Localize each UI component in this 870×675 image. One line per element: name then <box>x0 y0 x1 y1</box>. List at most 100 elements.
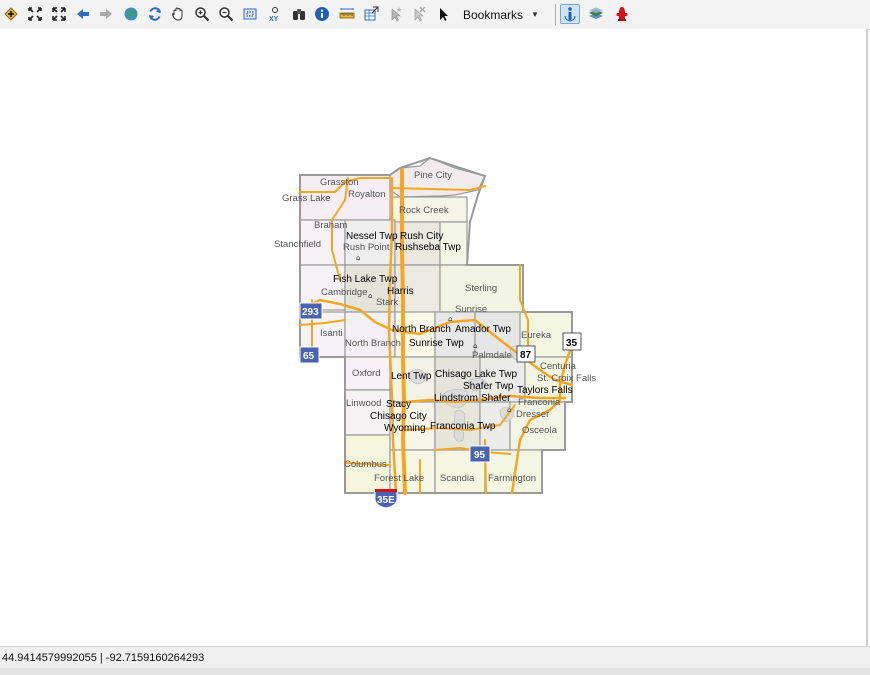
map-label: Osceola <box>522 425 558 436</box>
map-label: Grass Lake <box>282 193 331 204</box>
map-label: Forest Lake <box>374 473 424 484</box>
map-label: Lent Twp <box>391 371 432 382</box>
map-label: Royalton <box>348 189 386 200</box>
map-label: Lindstrom <box>434 393 478 404</box>
state-35-shield: 35 <box>562 332 582 351</box>
add-data-button[interactable] <box>1 4 21 24</box>
map-label: Chisago Lake Twp <box>435 369 518 380</box>
map-label: Rush Point <box>343 242 390 253</box>
expand-arrows-icon <box>52 7 66 21</box>
town-marker-icon: ⌂ <box>448 315 452 323</box>
zoom-to-extent-button[interactable] <box>49 4 69 24</box>
map-label: Fish Lake Twp <box>333 274 398 285</box>
info-pin-icon <box>564 7 576 22</box>
fire-hydrant-button[interactable] <box>612 4 632 24</box>
map-label: Cambridge <box>321 287 367 298</box>
refresh-button[interactable] <box>145 4 165 24</box>
toolbar-separator <box>555 4 556 25</box>
select-extent-button[interactable] <box>240 4 260 24</box>
layers-button[interactable] <box>586 4 606 24</box>
zoom-in-icon <box>195 7 210 22</box>
map-label: Shafer Twp <box>463 381 514 392</box>
fire-hydrant-icon <box>616 7 628 21</box>
interstate-65-shield: 65 <box>299 346 320 364</box>
map-label: Oxford <box>352 368 381 379</box>
zoom-out-button[interactable] <box>216 4 236 24</box>
map-label: Grasston <box>320 177 359 188</box>
map-label: Stanchfield <box>274 239 321 250</box>
chevron-down-icon: ▼ <box>531 10 539 19</box>
binoculars-icon <box>293 9 305 20</box>
map-label: Amador Twp <box>455 324 511 335</box>
map-extent-icon <box>243 8 257 20</box>
map-label: Franconia Twp <box>430 421 496 432</box>
town-marker-icon: ⌂ <box>368 292 372 300</box>
map-label: Eureka <box>521 330 552 341</box>
map-label: Stacy <box>386 399 411 410</box>
map-label: Isanti <box>320 328 343 339</box>
pointer-arrow-icon <box>440 8 448 21</box>
map-label: Taylors Falls <box>517 385 573 396</box>
map-label: Rock Creek <box>399 205 449 216</box>
globe-icon <box>124 7 138 21</box>
globe-button[interactable] <box>121 4 141 24</box>
shield-label: 35 <box>566 338 578 349</box>
us-95-shield: 95 <box>469 445 491 463</box>
map-label: Palmdale <box>472 350 512 361</box>
back-button[interactable] <box>73 4 93 24</box>
clear-selection-icon <box>414 6 426 22</box>
xy-text: XY <box>269 16 279 22</box>
map-label: Chisago City <box>370 411 427 422</box>
map-label: Columbus <box>344 459 387 470</box>
map-label: North Branch <box>392 324 451 335</box>
forward-button[interactable] <box>96 4 116 24</box>
arrow-right-icon <box>100 9 112 19</box>
map-tips-button[interactable] <box>560 4 580 24</box>
map-label: Farmington <box>488 473 536 484</box>
shield-label: 87 <box>520 350 532 361</box>
shield-label: 65 <box>303 351 315 362</box>
map-label: Wyoming <box>384 423 426 434</box>
bookmarks-dropdown[interactable]: Bookmarks ▼ <box>459 4 543 25</box>
measure-button[interactable] <box>337 4 357 24</box>
map-label: Franconia <box>518 397 561 408</box>
xy-icon: XY <box>269 7 279 22</box>
export-button[interactable] <box>361 4 381 24</box>
find-button[interactable] <box>289 4 309 24</box>
state-87-shield: 87 <box>516 345 536 363</box>
zoom-in-button[interactable] <box>192 4 212 24</box>
map-view[interactable]: ⌂ ⌂ ⌂ ⌂ ⌂ Grasston Royalton Grass Lake P… <box>0 29 868 646</box>
map-canvas[interactable]: ⌂ ⌂ ⌂ ⌂ ⌂ Grasston Royalton Grass Lake P… <box>0 29 866 646</box>
map-label: North Branch <box>345 338 401 349</box>
map-label: Scandia <box>440 473 475 484</box>
map-label: Sunrise Twp <box>409 338 464 349</box>
map-label: Dresser <box>516 409 549 420</box>
map-label: Shafer <box>481 393 511 404</box>
clear-selection-button[interactable] <box>408 4 428 24</box>
shield-label: 95 <box>474 450 486 461</box>
layers-icon <box>589 7 603 19</box>
bookmarks-label: Bookmarks <box>463 7 524 22</box>
zoom-out-icon <box>219 7 234 22</box>
map-label: Linwood <box>346 398 381 409</box>
map-label: Rushseba Twp <box>395 242 461 253</box>
shield-label: 35E <box>377 495 395 506</box>
map-label: Harris <box>387 286 414 297</box>
export-table-icon <box>364 6 379 21</box>
map-label: Sterling <box>465 283 497 294</box>
map-label: Stark <box>376 297 398 308</box>
map-label: Centuria <box>540 361 577 372</box>
identify-button[interactable] <box>312 4 332 24</box>
select-features-button[interactable] <box>385 4 405 24</box>
full-extent-button[interactable] <box>25 4 45 24</box>
select-pointer-button[interactable] <box>434 4 454 24</box>
interstate-293-shield: 293 <box>299 302 323 320</box>
shield-label: 293 <box>302 307 319 318</box>
bottom-edge <box>0 668 870 675</box>
interstate-35e-shield: 35E <box>374 489 398 509</box>
full-extent-icon <box>28 7 42 21</box>
map-label: St. Croix Falls <box>537 373 596 384</box>
pan-button[interactable] <box>168 4 188 24</box>
map-label: Nessel Twp <box>346 231 398 242</box>
goto-xy-button[interactable]: XY <box>265 4 285 24</box>
